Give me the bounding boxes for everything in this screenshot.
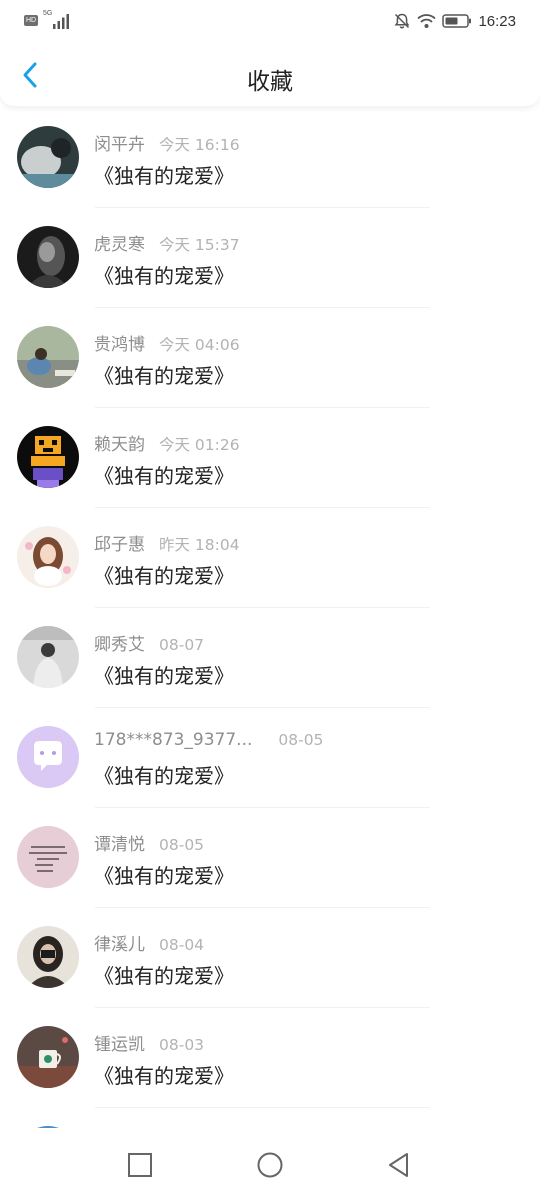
timestamp: 今天 16:16	[159, 136, 240, 154]
recents-button[interactable]	[125, 1150, 155, 1180]
avatar[interactable]	[17, 826, 79, 888]
status-time: 16:23	[478, 12, 516, 30]
list-item[interactable]: 赖天韵 今天 01:26 《独有的宠爱》	[0, 408, 540, 508]
timestamp: 昨天 18:04	[159, 536, 240, 554]
avatar[interactable]	[17, 426, 79, 488]
list-item[interactable]: 卿秀艾 08-07 《独有的宠爱》	[0, 608, 540, 708]
app-header: 收藏	[0, 44, 540, 106]
book-title: 《独有的宠爱》	[94, 364, 234, 388]
nav-back-button[interactable]	[384, 1150, 414, 1180]
timestamp: 08-03	[159, 1036, 205, 1054]
home-circle-icon	[257, 1152, 283, 1178]
timestamp: 今天 01:26	[159, 436, 240, 454]
network-type-label: 5G	[43, 10, 53, 17]
book-title: 《独有的宠爱》	[94, 864, 234, 888]
user-name: 谭清悦	[94, 835, 145, 855]
book-title: 《独有的宠爱》	[94, 264, 234, 288]
battery-icon	[442, 14, 472, 28]
book-title: 《独有的宠爱》	[94, 964, 234, 988]
list-item[interactable]: 锺运凯 08-03 《独有的宠爱》	[0, 1008, 540, 1108]
user-name: 律溪儿	[94, 935, 145, 955]
list-item[interactable]: 虎灵寒 今天 15:37 《独有的宠爱》	[0, 208, 540, 308]
user-name: 虎灵寒	[94, 235, 145, 255]
mute-bell-icon	[395, 13, 410, 29]
timestamp: 今天 04:06	[159, 336, 240, 354]
home-button[interactable]	[255, 1150, 285, 1180]
list-item[interactable]: 律溪儿 08-04 《独有的宠爱》	[0, 908, 540, 1008]
avatar[interactable]	[17, 626, 79, 688]
avatar[interactable]	[17, 226, 79, 288]
avatar[interactable]	[17, 1026, 79, 1088]
list-item[interactable]: 178***873_9377... 08-05 《独有的宠爱》	[0, 708, 540, 808]
avatar[interactable]	[17, 926, 79, 988]
back-triangle-icon	[389, 1153, 408, 1177]
book-title: 《独有的宠爱》	[94, 164, 234, 188]
timestamp: 08-05	[159, 836, 205, 854]
wifi-icon	[417, 14, 437, 28]
status-bar: HD 5G 16:23	[0, 0, 540, 44]
user-name: 闵平卉	[94, 135, 145, 155]
page-title: 收藏	[247, 69, 293, 95]
favorites-list: 闵平卉 今天 16:16 《独有的宠爱》 虎灵寒 今天 15:37 《独有的宠爱…	[0, 108, 540, 1126]
book-title: 《独有的宠爱》	[94, 1064, 234, 1088]
user-name: 贵鸿博	[94, 335, 145, 355]
avatar[interactable]	[17, 726, 79, 788]
timestamp: 今天 15:37	[159, 236, 240, 254]
book-title: 《独有的宠爱》	[94, 564, 234, 588]
hd-badge: HD	[24, 15, 38, 26]
list-item[interactable]: 邱子惠 昨天 18:04 《独有的宠爱》	[0, 508, 540, 608]
timestamp: 08-04	[159, 936, 205, 954]
user-name: 卿秀艾	[94, 635, 145, 655]
list-item[interactable]: 贵鸿博 今天 04:06 《独有的宠爱》	[0, 308, 540, 408]
book-title: 《独有的宠爱》	[94, 764, 234, 788]
avatar[interactable]	[17, 526, 79, 588]
book-title: 《独有的宠爱》	[94, 664, 234, 688]
list-item[interactable]: 谭清悦 08-05 《独有的宠爱》	[0, 808, 540, 908]
signal-icon	[53, 14, 69, 29]
user-name: 锺运凯	[94, 1035, 145, 1055]
avatar[interactable]	[17, 326, 79, 388]
system-nav-bar	[0, 1128, 540, 1200]
user-name: 178***873_9377...	[94, 730, 253, 750]
book-title: 《独有的宠爱》	[94, 464, 234, 488]
timestamp: 08-07	[159, 636, 205, 654]
avatar[interactable]	[17, 126, 79, 188]
recents-square-icon	[128, 1153, 152, 1177]
timestamp: 08-05	[278, 731, 324, 749]
user-name: 赖天韵	[94, 435, 145, 455]
list-item[interactable]: 闵平卉 今天 16:16 《独有的宠爱》	[0, 108, 540, 208]
user-name: 邱子惠	[94, 535, 145, 555]
